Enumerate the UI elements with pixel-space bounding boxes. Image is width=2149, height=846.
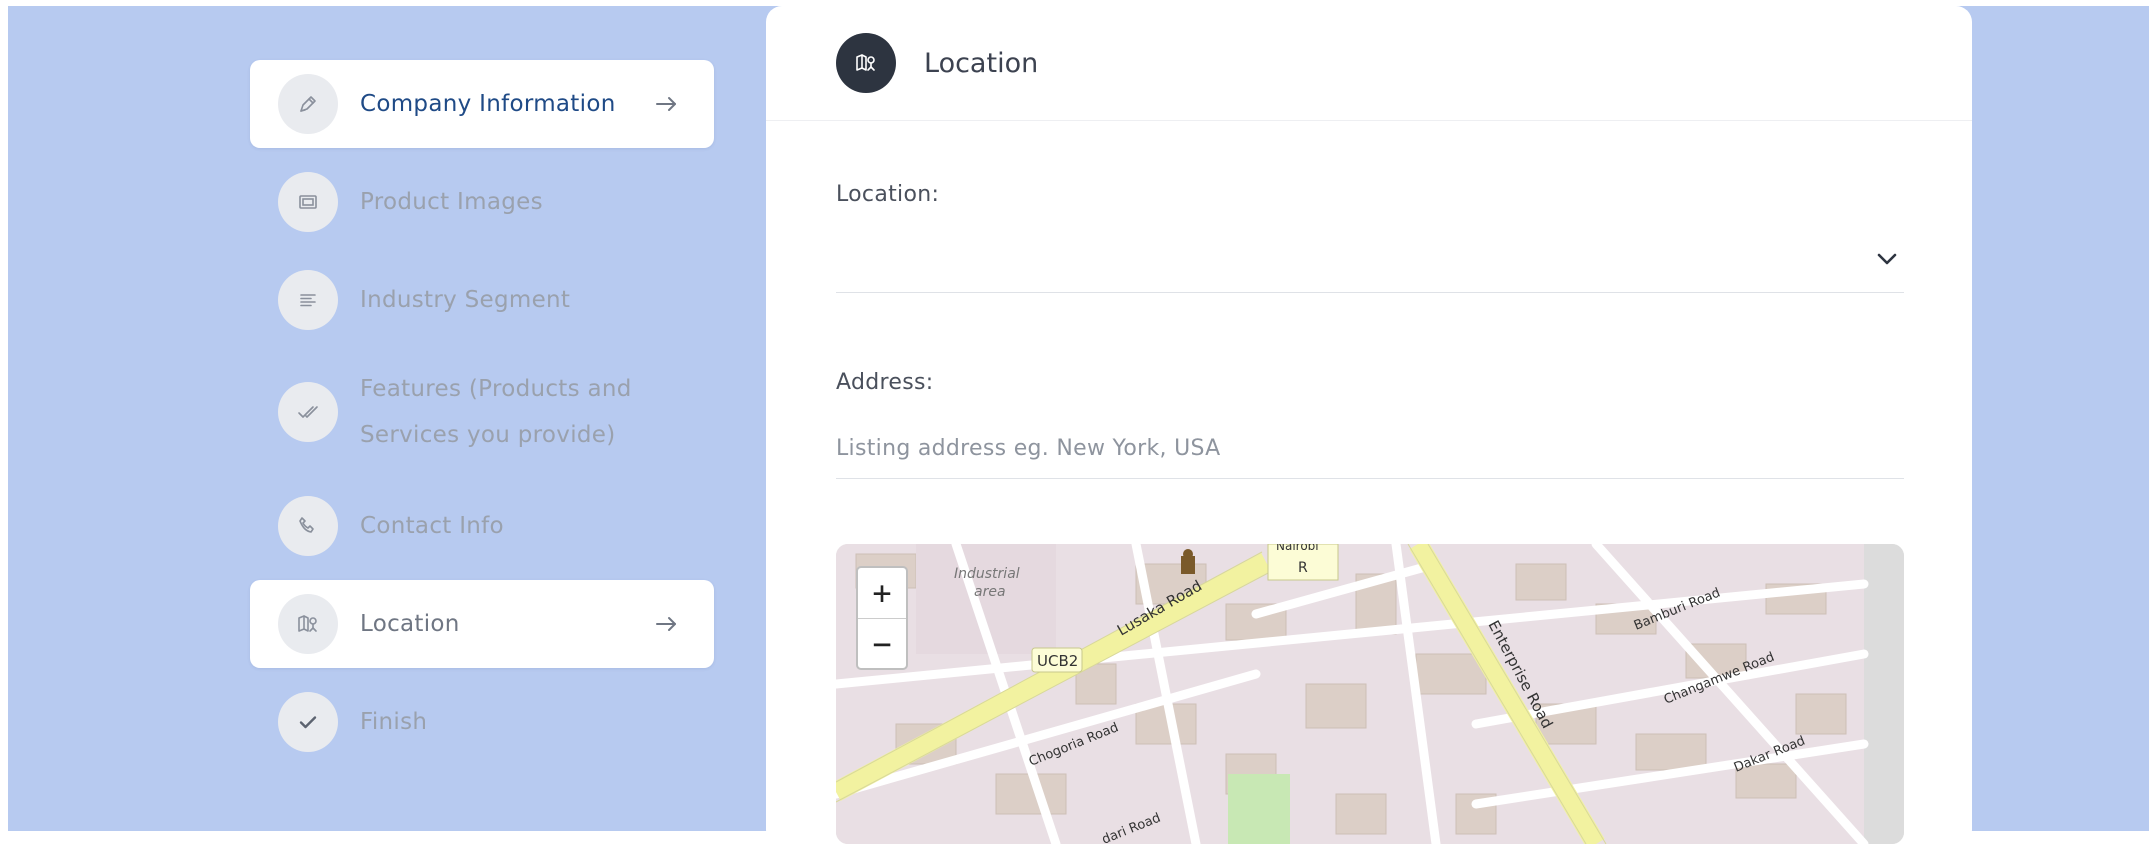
map-zoom-control: + −	[856, 566, 908, 670]
step-company-information[interactable]: Company Information	[250, 60, 714, 148]
step-label: Finish	[360, 709, 428, 735]
location-label: Location:	[836, 182, 940, 207]
map-label-nairobi: Nairobi	[1276, 544, 1319, 553]
step-label: Contact Info	[360, 513, 504, 539]
location-map[interactable]: Lusaka Road Industrial area Enterprise R…	[836, 544, 1904, 844]
list-icon	[278, 270, 338, 330]
step-features[interactable]: Features (Products and Services you prov…	[250, 352, 714, 472]
zoom-out-button[interactable]: −	[858, 619, 906, 668]
step-label: Location	[360, 611, 460, 637]
card-title: Location	[924, 47, 1039, 79]
pen-icon	[278, 74, 338, 134]
location-card: Location Location: Address: Listing addr…	[766, 6, 1972, 846]
step-finish[interactable]: Finish	[250, 678, 714, 766]
step-label: Product Images	[360, 189, 543, 215]
step-label: Industry Segment	[360, 287, 571, 313]
address-label: Address:	[836, 370, 934, 395]
map-label-industrial: Industrial	[954, 566, 1020, 582]
checks-icon	[278, 382, 338, 442]
check-icon	[278, 692, 338, 752]
address-input[interactable]	[836, 418, 1904, 479]
map-label-ucb2: UCB2	[1037, 652, 1078, 670]
map-icon	[836, 33, 896, 93]
location-select[interactable]	[836, 230, 1904, 293]
map-tiles[interactable]: Lusaka Road Industrial area Enterprise R…	[836, 544, 1904, 844]
step-label: Company Information	[360, 91, 616, 117]
step-product-images[interactable]: Product Images	[250, 158, 714, 246]
step-industry-segment[interactable]: Industry Segment	[250, 256, 714, 344]
phone-icon	[278, 496, 338, 556]
step-label-line2: Services you provide)	[360, 422, 616, 448]
zoom-in-button[interactable]: +	[858, 568, 906, 619]
card-header: Location	[766, 6, 1972, 121]
arrow-right-icon	[656, 617, 676, 631]
step-contact-info[interactable]: Contact Info	[250, 482, 714, 570]
arrow-right-icon	[656, 97, 676, 111]
map-label-nairobi-r: R	[1298, 560, 1308, 576]
step-label-line1: Features (Products and	[360, 376, 632, 402]
image-icon	[278, 172, 338, 232]
map-icon	[278, 594, 338, 654]
chevron-down-icon	[1877, 253, 1897, 265]
step-location[interactable]: Location	[250, 580, 714, 668]
map-label-area: area	[974, 584, 1006, 600]
